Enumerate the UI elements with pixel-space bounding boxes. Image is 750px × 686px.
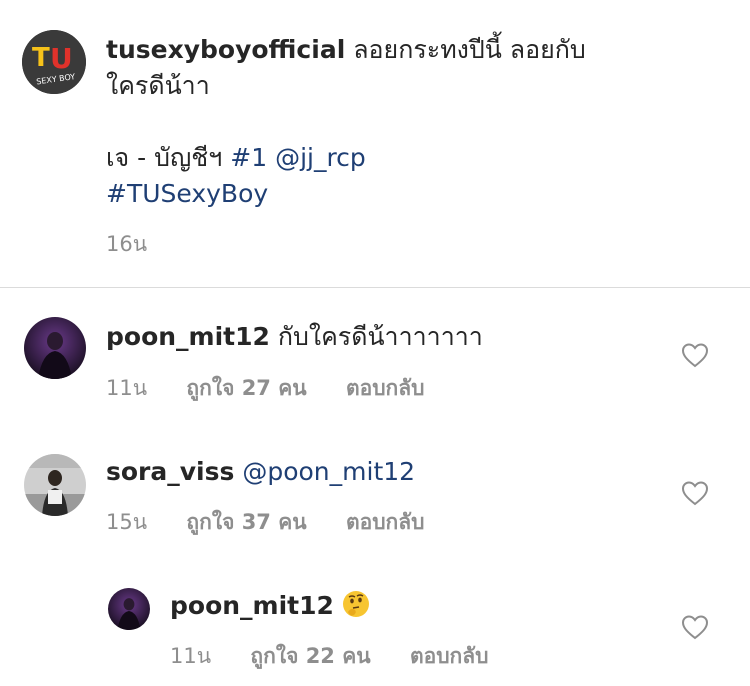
thinking-face-emoji xyxy=(342,591,369,617)
hashtag-link[interactable]: #1 xyxy=(230,143,267,172)
comment-text: sora_viss @poon_mit12 xyxy=(106,455,415,489)
like-count[interactable]: ถูกใจ 37 คน xyxy=(186,510,306,534)
comment-body: กับใครดีน้าาาาาาา xyxy=(277,322,483,351)
comment-text: poon_mit12 กับใครดีน้าาาาาาา xyxy=(106,320,483,354)
hashtag-tusexyboy-link[interactable]: #TUSexyBoy xyxy=(106,176,666,212)
comment-meta: 11น ถูกใจ 27 คน ตอบกลับ xyxy=(106,372,456,405)
mention-link[interactable]: @poon_mit12 xyxy=(242,457,415,486)
svg-text:U: U xyxy=(50,42,73,75)
divider xyxy=(0,287,750,288)
heart-outline-icon[interactable] xyxy=(681,342,709,368)
reply-button[interactable]: ตอบกลับ xyxy=(346,376,425,400)
avatar[interactable] xyxy=(24,454,86,516)
reply-button[interactable]: ตอบกลับ xyxy=(410,644,489,668)
comment-timestamp: 11น xyxy=(106,376,148,400)
comment-username[interactable]: poon_mit12 xyxy=(106,322,270,351)
comment-meta: 15น ถูกใจ 37 คน ตอบกลับ xyxy=(106,506,456,539)
caption-username[interactable]: tusexyboyofficial xyxy=(106,35,345,64)
comment-timestamp: 11น xyxy=(170,644,212,668)
comment-meta: 11น ถูกใจ 22 คน ตอบกลับ xyxy=(170,640,520,673)
heart-outline-icon[interactable] xyxy=(681,614,709,640)
tu-sexy-boy-logo: T U SEXY BOY xyxy=(22,30,86,94)
post-caption: T U SEXY BOY tusexyboyofficial ลอยกระทงป… xyxy=(0,0,750,287)
comment-text: poon_mit12 xyxy=(170,589,370,623)
like-count[interactable]: ถูกใจ 27 คน xyxy=(186,376,306,400)
avatar[interactable] xyxy=(108,588,150,630)
user-photo xyxy=(108,588,150,630)
caption-timestamp: 16น xyxy=(106,232,148,256)
heart-outline-icon[interactable] xyxy=(681,480,709,506)
like-count[interactable]: ถูกใจ 22 คน xyxy=(250,644,370,668)
user-photo xyxy=(24,454,86,516)
caption-line-2: ใครดีน้าา xyxy=(106,71,210,100)
avatar[interactable] xyxy=(24,317,86,379)
comments-screen: T U SEXY BOY tusexyboyofficial ลอยกระทงป… xyxy=(0,0,750,686)
user-photo xyxy=(24,317,86,379)
tusexyboy-avatar[interactable]: T U SEXY BOY xyxy=(22,30,86,94)
caption-line-3: เจ - บัญชีฯ xyxy=(106,143,223,172)
caption-text: tusexyboyofficial ลอยกระทงปีนี้ ลอยกับ ใ… xyxy=(106,32,666,212)
svg-text:T: T xyxy=(32,43,50,73)
caption-line-1: ลอยกระทงปีนี้ ลอยกับ xyxy=(353,35,586,64)
comment-username[interactable]: sora_viss xyxy=(106,457,234,486)
comment-username[interactable]: poon_mit12 xyxy=(170,591,334,620)
comment-timestamp: 15น xyxy=(106,510,148,534)
mention-link[interactable]: @jj_rcp xyxy=(275,143,366,172)
reply-button[interactable]: ตอบกลับ xyxy=(346,510,425,534)
